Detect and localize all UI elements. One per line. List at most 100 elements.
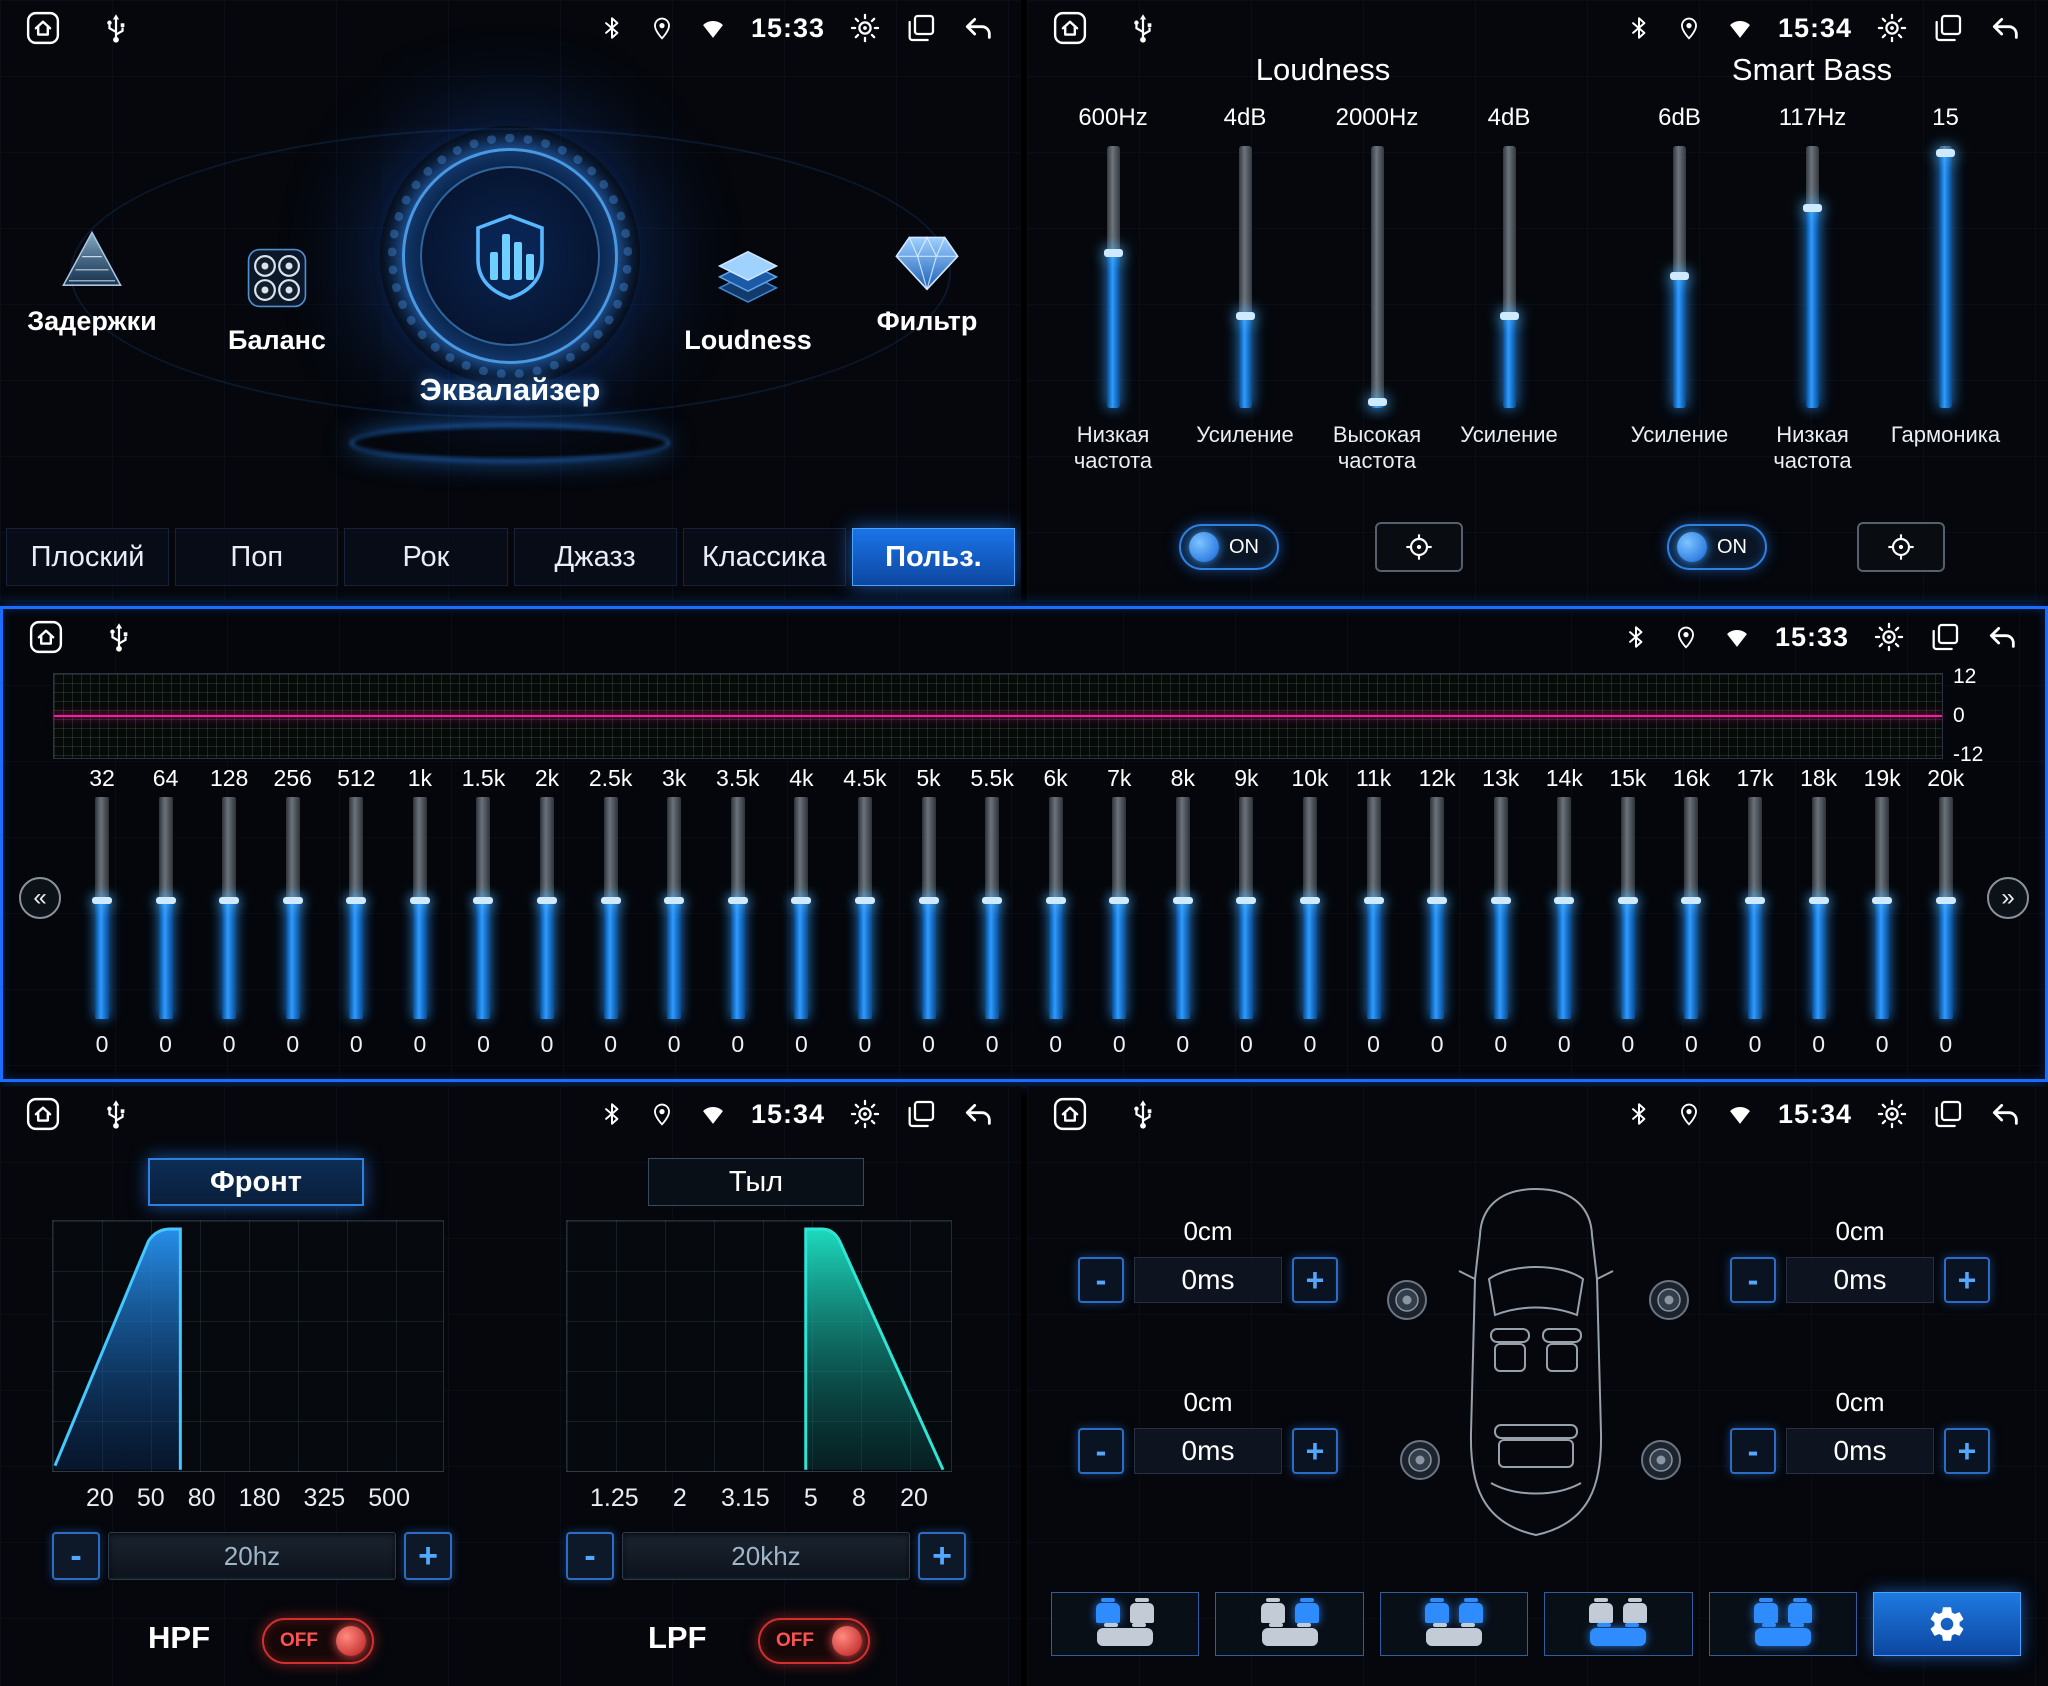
delay-minus-button[interactable]: - — [1730, 1257, 1776, 1303]
band-slider[interactable] — [413, 797, 427, 1019]
band-slider[interactable] — [1494, 797, 1508, 1019]
band-slider[interactable] — [1367, 797, 1381, 1019]
band-slider[interactable] — [159, 797, 173, 1019]
delay-plus-button[interactable]: + — [1944, 1428, 1990, 1474]
home-icon[interactable] — [26, 11, 60, 45]
slider-track[interactable] — [1673, 146, 1686, 408]
preset-tab[interactable]: Плоский — [6, 528, 169, 586]
menu-item-equalizer[interactable] — [380, 126, 640, 386]
preset-tab[interactable]: Польз. — [852, 528, 1015, 586]
home-icon[interactable] — [26, 1097, 60, 1131]
band-slider[interactable] — [1303, 797, 1317, 1019]
band-slider[interactable] — [1812, 797, 1826, 1019]
vertical-slider[interactable]: 4dB Усиление — [1179, 104, 1311, 474]
hpf-plus-button[interactable]: + — [404, 1532, 452, 1580]
recent-apps-icon[interactable] — [905, 1098, 937, 1130]
band-slider[interactable] — [794, 797, 808, 1019]
slider-track[interactable] — [1503, 146, 1516, 408]
seat-preset-button[interactable] — [1215, 1592, 1363, 1656]
seat-preset-button[interactable] — [1709, 1592, 1857, 1656]
preset-tab[interactable]: Классика — [683, 528, 846, 586]
tab-rear[interactable]: Тыл — [648, 1158, 864, 1206]
settings-button[interactable] — [1873, 1592, 2021, 1656]
vertical-slider[interactable]: 6dB Усиление — [1613, 104, 1746, 474]
band-slider[interactable] — [1176, 797, 1190, 1019]
brightness-icon[interactable] — [1873, 621, 1905, 653]
band-slider[interactable] — [1239, 797, 1253, 1019]
lpf-off-toggle[interactable]: OFF — [758, 1618, 870, 1664]
preset-tab[interactable]: Поп — [175, 528, 338, 586]
band-slider[interactable] — [1875, 797, 1889, 1019]
vertical-slider[interactable]: 117Hz Низкая частота — [1746, 104, 1879, 474]
hpf-off-toggle[interactable]: OFF — [262, 1618, 374, 1664]
band-slider[interactable] — [540, 797, 554, 1019]
loudness-on-toggle[interactable]: ON — [1179, 524, 1279, 570]
back-icon[interactable] — [1985, 621, 2019, 653]
seat-preset-button[interactable] — [1380, 1592, 1528, 1656]
slider-track[interactable] — [1107, 146, 1120, 408]
back-icon[interactable] — [1988, 1098, 2022, 1130]
band-slider[interactable] — [1684, 797, 1698, 1019]
brightness-icon[interactable] — [1876, 12, 1908, 44]
preset-tab[interactable]: Джазз — [514, 528, 677, 586]
brightness-icon[interactable] — [849, 12, 881, 44]
band-slider[interactable] — [604, 797, 618, 1019]
scroll-left-button[interactable]: « — [19, 877, 61, 919]
band-slider[interactable] — [1557, 797, 1571, 1019]
back-icon[interactable] — [961, 12, 995, 44]
menu-item-balance[interactable]: Баланс — [202, 243, 352, 356]
preset-tab[interactable]: Рок — [344, 528, 507, 586]
vertical-slider[interactable]: 4dB Усиление — [1443, 104, 1575, 474]
band-slider[interactable] — [222, 797, 236, 1019]
smartbass-target-button[interactable] — [1857, 522, 1945, 572]
back-icon[interactable] — [961, 1098, 995, 1130]
lpf-minus-button[interactable]: - — [566, 1532, 614, 1580]
brightness-icon[interactable] — [849, 1098, 881, 1130]
loudness-target-button[interactable] — [1375, 522, 1463, 572]
recent-apps-icon[interactable] — [1929, 621, 1961, 653]
scroll-right-button[interactable]: » — [1987, 877, 2029, 919]
lpf-frequency-value[interactable]: 20khz — [622, 1532, 910, 1580]
band-slider[interactable] — [1939, 797, 1953, 1019]
brightness-icon[interactable] — [1876, 1098, 1908, 1130]
band-slider[interactable] — [1430, 797, 1444, 1019]
slider-track[interactable] — [1371, 146, 1384, 408]
tab-front[interactable]: Фронт — [148, 1158, 364, 1206]
delay-plus-button[interactable]: + — [1944, 1257, 1990, 1303]
band-slider[interactable] — [858, 797, 872, 1019]
home-icon[interactable] — [1053, 11, 1087, 45]
delay-minus-button[interactable]: - — [1078, 1257, 1124, 1303]
band-slider[interactable] — [476, 797, 490, 1019]
band-slider[interactable] — [1748, 797, 1762, 1019]
delay-plus-button[interactable]: + — [1292, 1257, 1338, 1303]
seat-preset-button[interactable] — [1544, 1592, 1692, 1656]
back-icon[interactable] — [1988, 12, 2022, 44]
delay-minus-button[interactable]: - — [1078, 1428, 1124, 1474]
vertical-slider[interactable]: 2000Hz Высокая частота — [1311, 104, 1443, 474]
menu-item-filter[interactable]: Фильтр — [852, 228, 1002, 337]
band-slider[interactable] — [349, 797, 363, 1019]
slider-track[interactable] — [1806, 146, 1819, 408]
seat-preset-button[interactable] — [1051, 1592, 1199, 1656]
smartbass-on-toggle[interactable]: ON — [1667, 524, 1767, 570]
menu-item-delays[interactable]: Задержки — [17, 228, 167, 337]
home-icon[interactable] — [1053, 1097, 1087, 1131]
band-slider[interactable] — [1049, 797, 1063, 1019]
vertical-slider[interactable]: 15 Гармоника — [1879, 104, 2012, 474]
band-slider[interactable] — [667, 797, 681, 1019]
band-slider[interactable] — [985, 797, 999, 1019]
recent-apps-icon[interactable] — [1932, 12, 1964, 44]
band-slider[interactable] — [1621, 797, 1635, 1019]
slider-track[interactable] — [1939, 146, 1952, 408]
recent-apps-icon[interactable] — [905, 12, 937, 44]
recent-apps-icon[interactable] — [1932, 1098, 1964, 1130]
lpf-plus-button[interactable]: + — [918, 1532, 966, 1580]
band-slider[interactable] — [1112, 797, 1126, 1019]
band-slider[interactable] — [286, 797, 300, 1019]
band-slider[interactable] — [922, 797, 936, 1019]
menu-item-loudness[interactable]: Loudness — [673, 243, 823, 356]
slider-track[interactable] — [1239, 146, 1252, 408]
hpf-frequency-value[interactable]: 20hz — [108, 1532, 396, 1580]
home-icon[interactable] — [29, 620, 63, 654]
hpf-minus-button[interactable]: - — [52, 1532, 100, 1580]
